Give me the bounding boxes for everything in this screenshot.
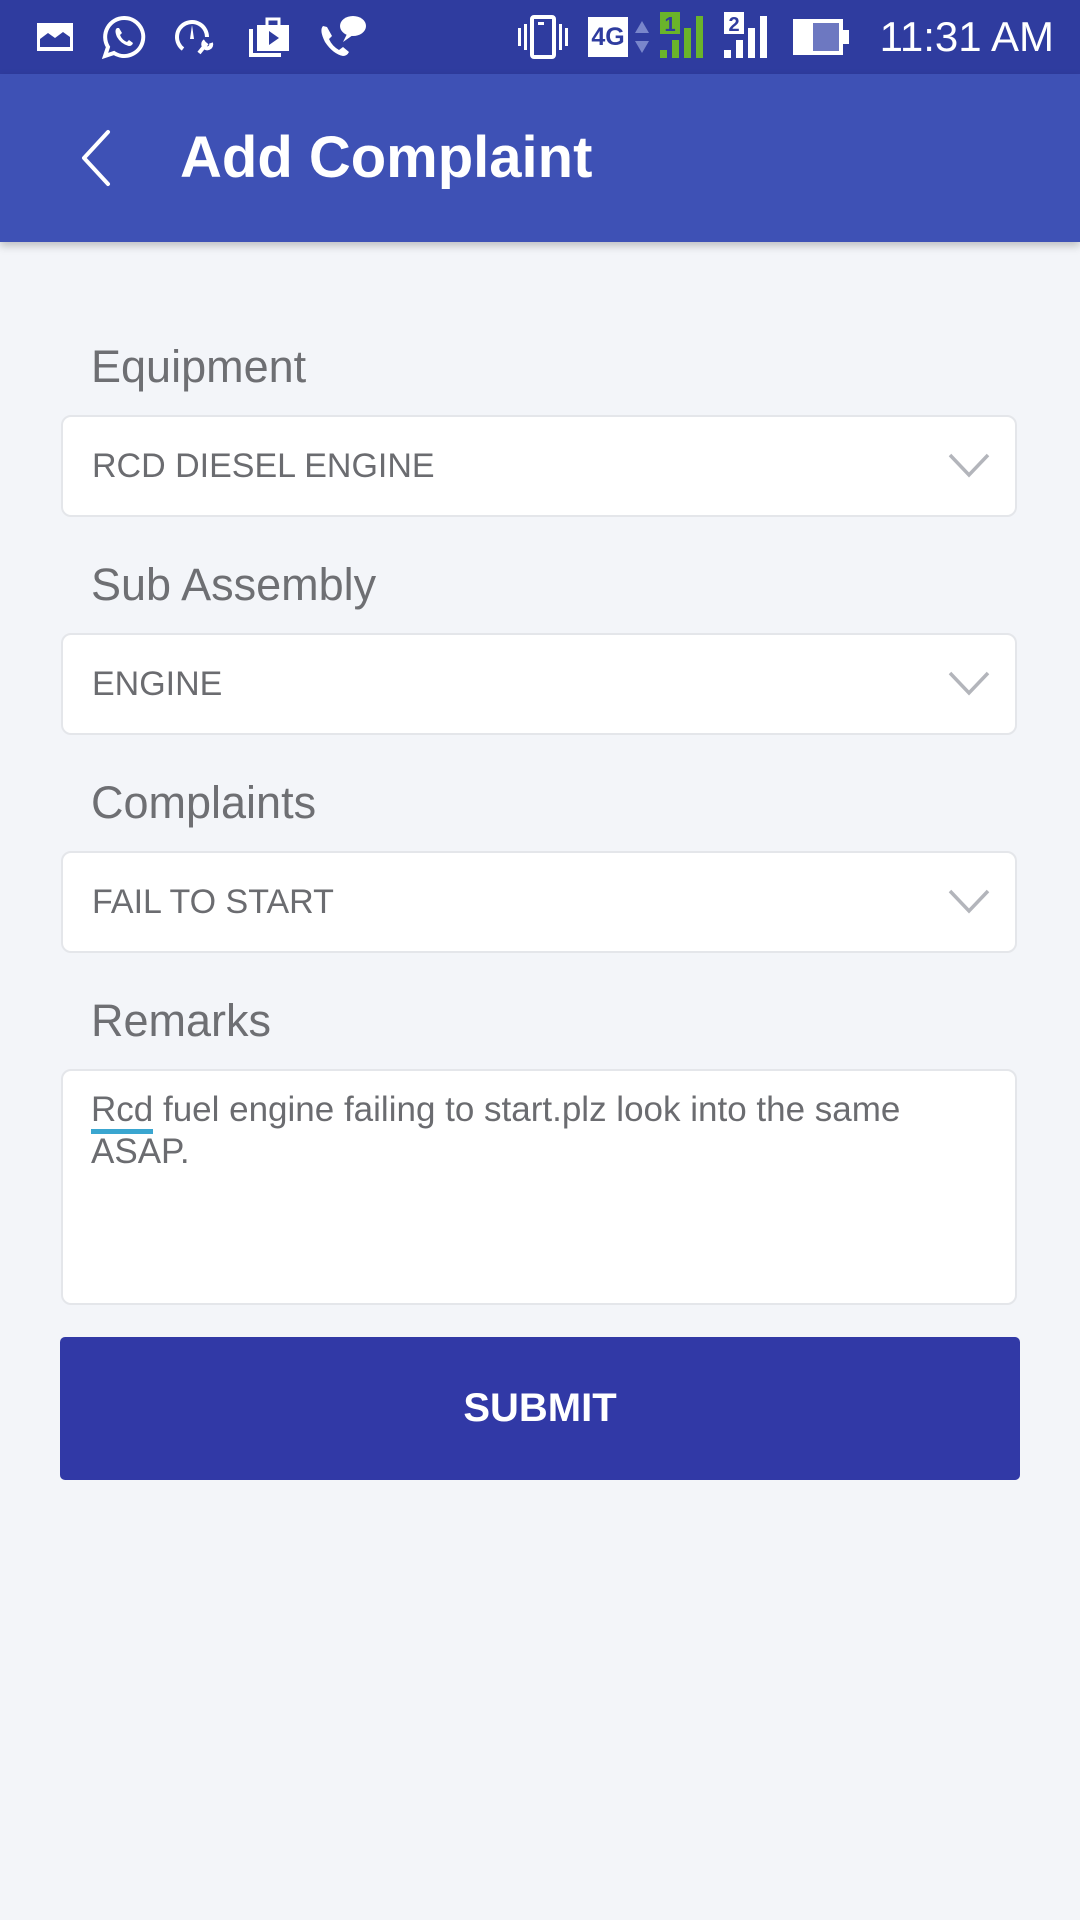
- sub-assembly-label: Sub Assembly: [91, 559, 377, 610]
- app-bar: Add Complaint: [0, 74, 1080, 242]
- complaints-value: FAIL TO START: [92, 883, 334, 921]
- speedometer-wrench-icon: [172, 14, 218, 60]
- chevron-down-icon: [948, 453, 990, 478]
- equipment-dropdown[interactable]: RCD DIESEL ENGINE: [61, 415, 1017, 517]
- remarks-textarea[interactable]: Rcd fuel engine failing to start.plz loo…: [61, 1069, 1017, 1305]
- sim2-signal-icon: 2: [720, 12, 776, 60]
- sub-assembly-dropdown[interactable]: ENGINE: [61, 633, 1017, 735]
- equipment-value: RCD DIESEL ENGINE: [92, 447, 435, 485]
- chevron-left-icon: [82, 130, 110, 186]
- complaints-label: Complaints: [91, 777, 317, 828]
- data-activity-icon: [634, 14, 650, 60]
- chevron-down-icon: [948, 671, 990, 696]
- play-store-bag-icon: [246, 14, 292, 60]
- whatsapp-icon: [100, 14, 148, 60]
- network-4g-icon: 4G: [586, 14, 630, 60]
- call-message-icon: [316, 14, 368, 60]
- chevron-down-icon: [948, 889, 990, 914]
- gallery-icon: [34, 14, 76, 60]
- svg-text:1: 1: [664, 14, 675, 36]
- complaints-dropdown[interactable]: FAIL TO START: [61, 851, 1017, 953]
- submit-button[interactable]: SUBMIT: [60, 1337, 1020, 1480]
- battery-icon: [792, 14, 852, 60]
- clock: 11:31 AM: [879, 13, 1054, 60]
- spellcheck-underlined-word[interactable]: Rcd: [91, 1090, 154, 1134]
- page-title: Add Complaint: [180, 125, 593, 190]
- sim1-signal-icon: 1: [656, 12, 712, 60]
- sub-assembly-value: ENGINE: [92, 665, 223, 703]
- back-button[interactable]: [56, 118, 136, 198]
- status-bar: 4G 1 2 11:31 AM: [0, 0, 1080, 74]
- vibrate-icon: [514, 14, 572, 60]
- remarks-label: Remarks: [91, 995, 272, 1046]
- remarks-text: fuel engine failing to start.plz look in…: [91, 1090, 901, 1171]
- svg-text:2: 2: [728, 14, 739, 36]
- equipment-label: Equipment: [91, 341, 307, 392]
